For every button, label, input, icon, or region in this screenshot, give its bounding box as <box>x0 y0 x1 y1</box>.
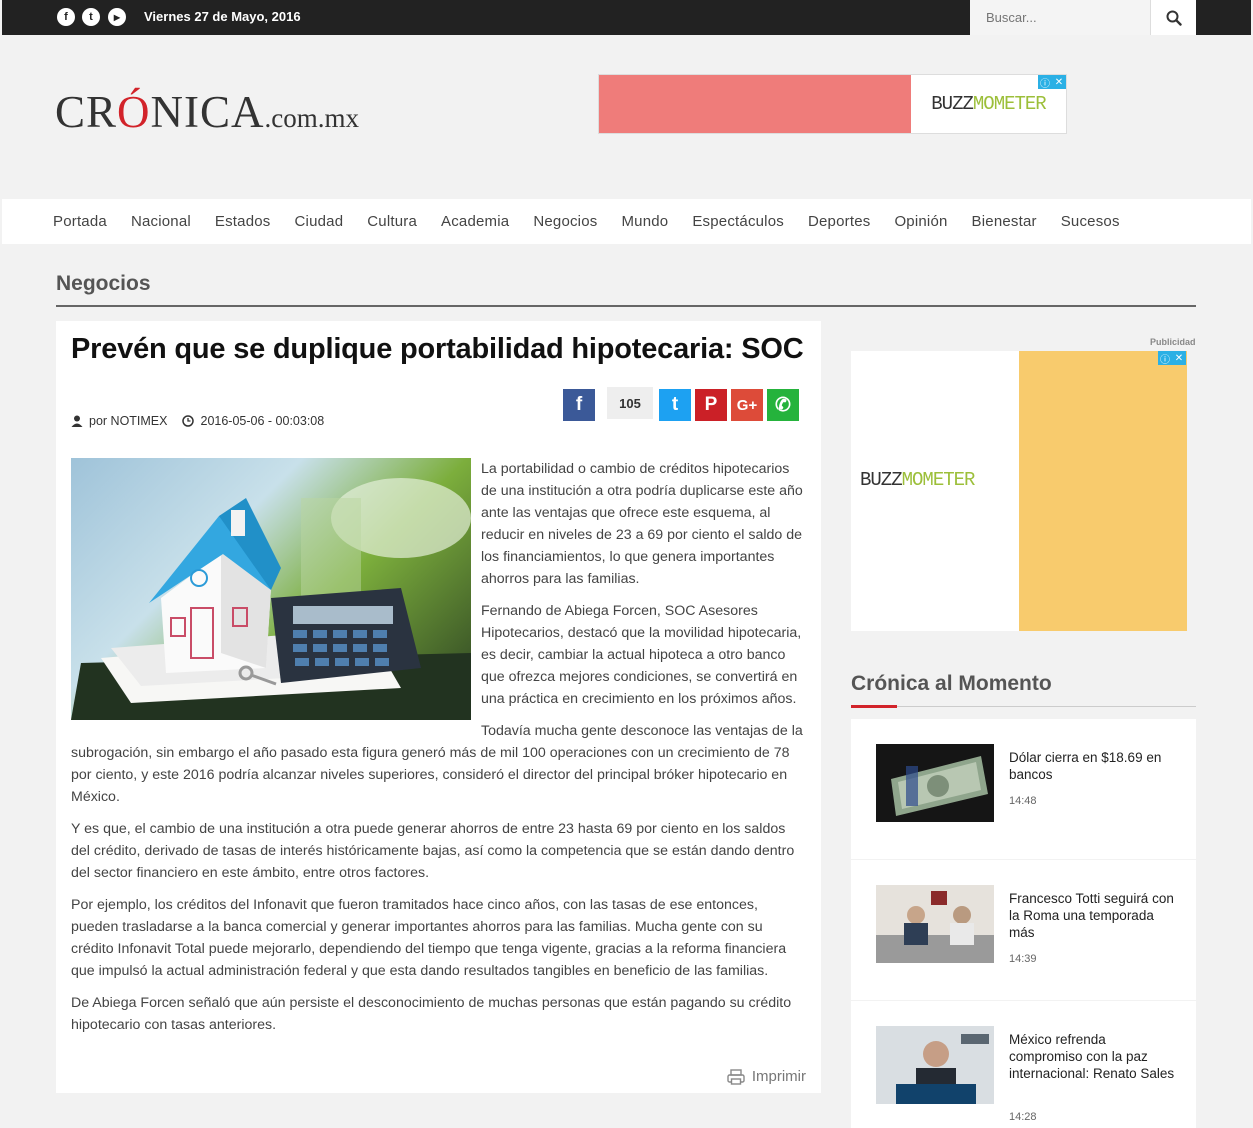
facebook-icon[interactable]: f <box>57 8 75 26</box>
nav-item-cultura[interactable]: Cultura <box>355 213 429 230</box>
pinterest-share-button[interactable]: P <box>695 389 727 421</box>
news-item[interactable]: Dólar cierra en $18.69 en bancos 14:48 <box>851 719 1196 859</box>
youtube-icon[interactable]: ▶ <box>108 8 126 26</box>
nav-item-negocios[interactable]: Negocios <box>521 213 609 230</box>
nav-item-mundo[interactable]: Mundo <box>609 213 680 230</box>
twitter-share-button[interactable]: t <box>659 389 691 421</box>
article-card: Prevén que se duplique portabilidad hipo… <box>56 321 821 1093</box>
article-paragraph: De Abiega Forcen señaló que aún persiste… <box>71 995 792 1033</box>
news-title[interactable]: México refrenda compromiso con la paz in… <box>1009 1031 1179 1082</box>
news-thumbnail <box>876 885 994 963</box>
ad-close-icon[interactable]: ✕ <box>1172 351 1186 365</box>
printer-icon <box>727 1068 745 1085</box>
user-icon <box>71 415 83 427</box>
logo-main: CRÓNICA <box>55 87 265 137</box>
section-title: Negocios <box>56 272 151 295</box>
article-headline: Prevén que se duplique portabilidad hipo… <box>71 333 804 365</box>
sidebar-ad[interactable]: BUZZMOMETER ⓘ ✕ <box>851 351 1187 631</box>
news-time: 14:28 <box>1009 1111 1037 1123</box>
whatsapp-share-button[interactable]: ✆ <box>767 389 799 421</box>
ad-brand-logo: BUZZMOMETER <box>860 469 975 491</box>
search-button[interactable] <box>1150 0 1196 35</box>
news-thumbnail <box>876 1026 994 1104</box>
nav-item-portada[interactable]: Portada <box>41 213 119 230</box>
top-bar: f t ▶ Viernes 27 de Mayo, 2016 <box>2 0 1251 35</box>
nav-item-nacional[interactable]: Nacional <box>119 213 203 230</box>
article-body: La portabilidad o cambio de créditos hip… <box>71 458 806 1046</box>
article-meta: por NOTIMEX 2016-05-06 - 00:03:08 <box>71 414 324 428</box>
nav-item-espectaculos[interactable]: Espectáculos <box>680 213 796 230</box>
article-paragraph: Y es que, el cambio de una institución a… <box>71 821 795 881</box>
sidebar-divider-accent <box>851 705 897 708</box>
ad-brand-logo: BUZZMOMETER <box>931 93 1046 115</box>
ad-info-icon[interactable]: ⓘ <box>1158 351 1172 366</box>
search-icon <box>1166 10 1182 26</box>
news-time: 14:39 <box>1009 953 1037 965</box>
news-item[interactable]: México refrenda compromiso con la paz in… <box>851 1001 1196 1128</box>
print-button[interactable]: Imprimir <box>727 1068 806 1085</box>
site-logo[interactable]: CRÓNICA.com.mx <box>55 86 359 138</box>
top-banner-ad[interactable]: BUZZMOMETER ⓘ ✕ <box>598 74 1067 134</box>
current-date: Viernes 27 de Mayo, 2016 <box>144 9 301 24</box>
clock-icon <box>181 415 194 427</box>
news-item[interactable]: Francesco Totti seguirá con la Roma una … <box>851 860 1196 1000</box>
sidebar-title: Crónica al Momento <box>851 672 1052 695</box>
news-title[interactable]: Dólar cierra en $18.69 en bancos <box>1009 749 1179 783</box>
facebook-share-button[interactable]: f <box>563 389 595 421</box>
news-time: 14:48 <box>1009 795 1037 807</box>
search-input[interactable] <box>970 0 1150 35</box>
nav-item-bienestar[interactable]: Bienestar <box>960 213 1049 230</box>
ad-info-icon[interactable]: ⓘ <box>1038 75 1052 90</box>
news-title[interactable]: Francesco Totti seguirá con la Roma una … <box>1009 890 1179 941</box>
ad-close-icon[interactable]: ✕ <box>1052 75 1066 89</box>
nav-item-sucesos[interactable]: Sucesos <box>1049 213 1132 230</box>
logo-suffix: .com.mx <box>264 103 360 133</box>
nav-item-opinion[interactable]: Opinión <box>882 213 959 230</box>
nav-item-academia[interactable]: Academia <box>429 213 521 230</box>
ad-color-panel <box>1019 351 1187 631</box>
article-paragraph: Por ejemplo, los créditos del Infonavit … <box>71 897 787 979</box>
section-divider <box>56 305 1196 307</box>
twitter-icon[interactable]: t <box>82 8 100 26</box>
nav-item-estados[interactable]: Estados <box>203 213 283 230</box>
print-label: Imprimir <box>751 1068 806 1085</box>
share-count: 105 <box>607 387 653 419</box>
googleplus-share-button[interactable]: G+ <box>731 389 763 421</box>
news-thumbnail <box>876 744 994 822</box>
article-datetime: 2016-05-06 - 00:03:08 <box>200 414 325 428</box>
sidebar-divider <box>851 706 1196 707</box>
nav-item-ciudad[interactable]: Ciudad <box>283 213 356 230</box>
nav-item-deportes[interactable]: Deportes <box>796 213 882 230</box>
article-paragraph: Todavía mucha gente desconoce las ventaj… <box>71 723 803 805</box>
article-author[interactable]: por NOTIMEX <box>89 414 168 428</box>
advertising-label: Publicidad <box>1150 337 1196 347</box>
main-nav: Portada Nacional Estados Ciudad Cultura Acade… <box>2 199 1251 244</box>
